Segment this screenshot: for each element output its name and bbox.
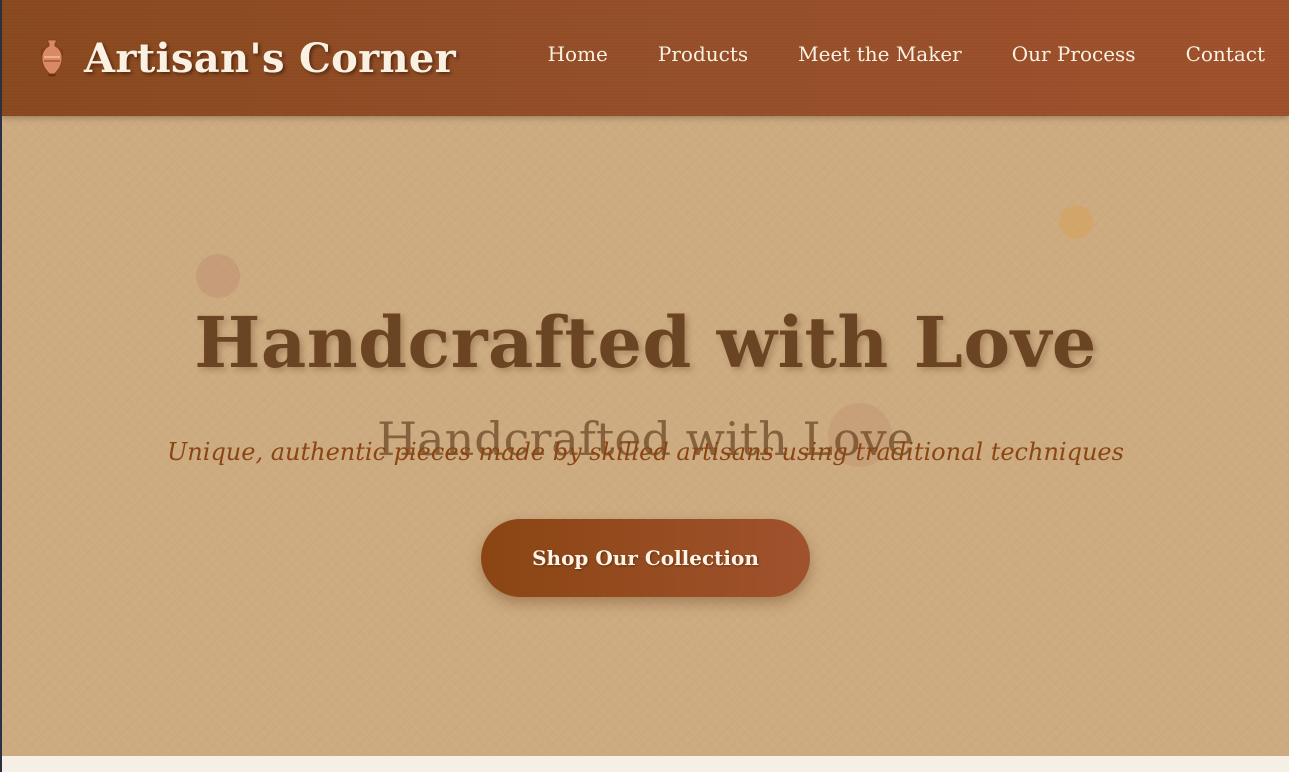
- brand[interactable]: Artisan's Corner: [38, 30, 456, 86]
- nav-home[interactable]: Home: [548, 42, 608, 66]
- decorative-circle: [196, 254, 240, 298]
- shop-collection-button[interactable]: Shop Our Collection: [481, 519, 810, 597]
- page: Artisan's Corner Home Products Meet the …: [2, 0, 1289, 772]
- amphora-vase-icon: [41, 39, 63, 77]
- nav-products[interactable]: Products: [658, 42, 748, 66]
- nav-our-process[interactable]: Our Process: [1012, 42, 1136, 66]
- nav-meet-the-maker[interactable]: Meet the Maker: [798, 42, 962, 66]
- hero-subtitle: Unique, authentic pieces made by skilled…: [167, 438, 1124, 466]
- main-nav: Home Products Meet the Maker Our Process…: [548, 42, 1265, 66]
- site-header: Artisan's Corner Home Products Meet the …: [2, 0, 1289, 116]
- next-section-edge: [2, 756, 1289, 772]
- brand-name: Artisan's Corner: [84, 34, 456, 82]
- decorative-circle: [1059, 205, 1093, 239]
- nav-contact[interactable]: Contact: [1186, 42, 1265, 66]
- hero-title: Handcrafted with Love: [194, 301, 1097, 384]
- hero-section: Handcrafted with Love Handcrafted with L…: [2, 116, 1289, 756]
